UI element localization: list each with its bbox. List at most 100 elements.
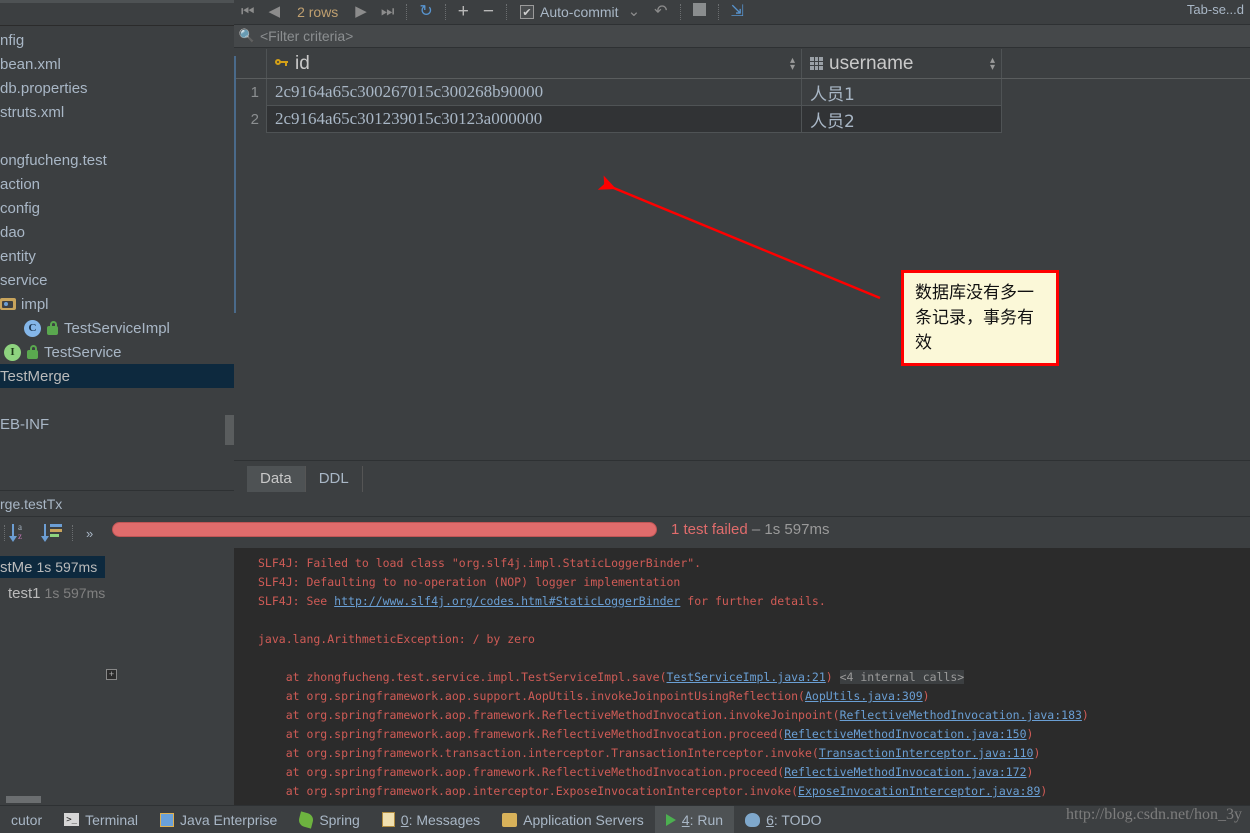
remove-row-icon[interactable]: − bbox=[476, 0, 501, 24]
skip-to-first-icon[interactable]: ⏮ bbox=[234, 0, 262, 24]
export-data-icon[interactable]: ⇲ bbox=[724, 0, 751, 24]
test-result-item[interactable]: test11s 597ms bbox=[0, 582, 105, 604]
taskbar-item-label: : Messages bbox=[409, 812, 481, 828]
tab-settings-label[interactable]: Tab-se...d bbox=[1187, 2, 1244, 17]
console-link[interactable]: TransactionInterceptor.java:110 bbox=[819, 746, 1034, 760]
sort-toggle-id-icon[interactable]: ▴▾ bbox=[790, 57, 795, 71]
console-line: at org.springframework.aop.interceptor.E… bbox=[234, 782, 1250, 801]
previous-row-icon[interactable]: ◀ bbox=[262, 0, 288, 24]
console-text: ) bbox=[826, 670, 840, 684]
tree-item-testmerge[interactable]: TestMerge bbox=[0, 364, 234, 388]
tab-ddl[interactable]: DDL bbox=[306, 466, 363, 492]
annotation-text: 数据库没有多一条记录，事务有效 bbox=[915, 281, 1045, 356]
cell-id[interactable]: 2c9164a65c300267015c300268b90000 bbox=[267, 79, 802, 106]
skip-to-last-icon[interactable]: ⏭ bbox=[374, 0, 402, 24]
taskbar-item-label: Terminal bbox=[85, 812, 138, 828]
tab-data[interactable]: Data bbox=[247, 466, 306, 492]
tree-item-impl[interactable]: impl bbox=[0, 292, 234, 316]
run-panel-left-column: rge.testTx az » stMe1s 597ms test11s 597m… bbox=[0, 492, 234, 805]
console-link[interactable]: ExposeInvocationInterceptor.java:89 bbox=[798, 784, 1040, 798]
filter-input[interactable]: <Filter criteria> bbox=[260, 28, 353, 44]
sort-toggle-username-icon[interactable]: ▴▾ bbox=[990, 57, 995, 71]
grid-header-username-label: username bbox=[829, 53, 914, 75]
tree-item-eb-inf[interactable]: EB-INF bbox=[0, 412, 234, 436]
auto-commit-checkbox[interactable]: ✔ bbox=[520, 5, 534, 19]
tree-item-label: impl bbox=[21, 296, 49, 313]
auto-commit-label: Auto-commit bbox=[540, 4, 619, 20]
console-link[interactable]: ReflectiveMethodInvocation.java:172 bbox=[784, 765, 1026, 779]
console-output[interactable]: SLF4J: Failed to load class "org.slf4j.i… bbox=[234, 548, 1250, 805]
primary-key-icon bbox=[275, 57, 290, 71]
taskbar-item-java-enterprise[interactable]: Java Enterprise bbox=[149, 806, 288, 833]
taskbar-item-application-servers[interactable]: Application Servers bbox=[491, 806, 655, 833]
chevron-down-icon[interactable]: ⌄ bbox=[619, 0, 648, 24]
results-grid[interactable]: id ▴▾ username ▴▾ 12c9164a65c300267015c3… bbox=[234, 49, 1250, 133]
taskbar-item-spring[interactable]: Spring bbox=[288, 806, 370, 833]
console-text: SLF4J: See bbox=[258, 594, 334, 608]
taskbar-item-messages[interactable]: 0: Messages bbox=[371, 806, 491, 833]
console-text: at org.springframework.aop.framework.Ref… bbox=[258, 708, 840, 722]
console-link[interactable]: ReflectiveMethodInvocation.java:150 bbox=[784, 727, 1026, 741]
search-filter-icon[interactable]: 🔍 bbox=[234, 28, 260, 44]
console-link[interactable]: AopUtils.java:309 bbox=[805, 689, 923, 703]
auto-commit-toggle[interactable]: ✔ Auto-commit bbox=[512, 4, 619, 20]
console-line: java.lang.ArithmeticException: / by zero bbox=[234, 630, 1250, 649]
console-line: SLF4J: Failed to load class "org.slf4j.i… bbox=[234, 554, 1250, 573]
test-result-item[interactable]: stMe1s 597ms bbox=[0, 556, 105, 578]
more-options-icon[interactable]: » bbox=[86, 526, 93, 541]
grid-header-id[interactable]: id ▴▾ bbox=[267, 49, 802, 78]
tree-item-service[interactable]: service bbox=[0, 268, 234, 292]
tree-item-ongfucheng-test[interactable]: ongfucheng.test bbox=[0, 148, 234, 172]
taskbar-item-run[interactable]: 4: Run bbox=[655, 806, 734, 833]
tree-spacer bbox=[0, 124, 234, 148]
console-link[interactable]: http://www.slf4j.org/codes.html#StaticLo… bbox=[334, 594, 680, 608]
filter-bar[interactable]: 🔍 <Filter criteria> bbox=[234, 24, 1250, 48]
sort-alphabetically-icon[interactable]: az bbox=[10, 522, 32, 544]
console-text: ) bbox=[1027, 727, 1034, 741]
add-row-icon[interactable]: + bbox=[451, 0, 476, 24]
result-tabs[interactable]: Data DDL bbox=[234, 460, 1250, 492]
bottom-taskbar[interactable]: cutor >_TerminalJava EnterpriseSpring0: … bbox=[0, 805, 1250, 833]
tree-item-db-properties[interactable]: db.properties bbox=[0, 76, 234, 100]
table-row[interactable]: 12c9164a65c300267015c300268b90000人员1 bbox=[234, 79, 1250, 106]
tree-item-testservice[interactable]: ITestService bbox=[0, 340, 234, 364]
console-left-rail bbox=[234, 56, 236, 313]
test-duration: 1s 597ms bbox=[45, 585, 105, 601]
reload-data-icon[interactable]: ↻ bbox=[412, 0, 439, 24]
taskbar-item-executor[interactable]: cutor bbox=[0, 806, 53, 833]
stop-icon[interactable] bbox=[686, 0, 713, 24]
next-row-icon[interactable]: ▶ bbox=[348, 0, 374, 24]
sidebar-scrollbar-thumb[interactable] bbox=[225, 415, 234, 445]
taskbar-item-todo[interactable]: 6: TODO bbox=[734, 806, 833, 833]
horizontal-scrollbar-thumb[interactable] bbox=[6, 796, 41, 803]
app-window: nfigbean.xmldb.propertiesstruts.xml ongfu… bbox=[0, 0, 1250, 833]
tree-item-dao[interactable]: dao bbox=[0, 220, 234, 244]
run-config-title: rge.testTx bbox=[0, 492, 62, 516]
tree-item-action[interactable]: action bbox=[0, 172, 234, 196]
console-line: at org.springframework.transaction.inter… bbox=[234, 744, 1250, 763]
console-link[interactable]: TestServiceImpl.java:21 bbox=[667, 670, 826, 684]
console-line: SLF4J: See http://www.slf4j.org/codes.ht… bbox=[234, 592, 1250, 611]
rollback-icon[interactable]: ↶ bbox=[647, 0, 674, 24]
console-link[interactable]: ReflectiveMethodInvocation.java:183 bbox=[840, 708, 1082, 722]
stacktrace-expander[interactable]: + bbox=[106, 669, 117, 680]
test-status-failed: 1 test failed bbox=[671, 521, 748, 538]
table-row[interactable]: 22c9164a65c301239015c30123a000000人员2 bbox=[234, 106, 1250, 133]
tree-item-bean-xml[interactable]: bean.xml bbox=[0, 52, 234, 76]
cell-username[interactable]: 人员1 bbox=[802, 79, 1002, 106]
cell-username[interactable]: 人员2 bbox=[802, 106, 1002, 133]
tree-item-nfig[interactable]: nfig bbox=[0, 28, 234, 52]
spring-leaf-icon bbox=[299, 813, 313, 827]
cell-id[interactable]: 2c9164a65c301239015c30123a000000 bbox=[267, 106, 802, 133]
tree-item-struts-xml[interactable]: struts.xml bbox=[0, 100, 234, 124]
console-line: at org.springframework.aop.framework.Ref… bbox=[234, 706, 1250, 725]
sort-by-duration-icon[interactable] bbox=[42, 522, 64, 544]
tree-item-config[interactable]: config bbox=[0, 196, 234, 220]
tree-item-entity[interactable]: entity bbox=[0, 244, 234, 268]
tree-item-testserviceimpl[interactable]: CTestServiceImpl bbox=[0, 316, 234, 340]
run-panel: 1 test failed – 1s 597ms SLF4J: Failed t… bbox=[234, 492, 1250, 805]
grid-header-username[interactable]: username ▴▾ bbox=[802, 49, 1002, 78]
console-line: at zhongfucheng.test.service.impl.TestSe… bbox=[234, 668, 1250, 687]
project-tree[interactable]: nfigbean.xmldb.propertiesstruts.xml ongfu… bbox=[0, 28, 234, 436]
taskbar-item-terminal[interactable]: >_Terminal bbox=[53, 806, 149, 833]
